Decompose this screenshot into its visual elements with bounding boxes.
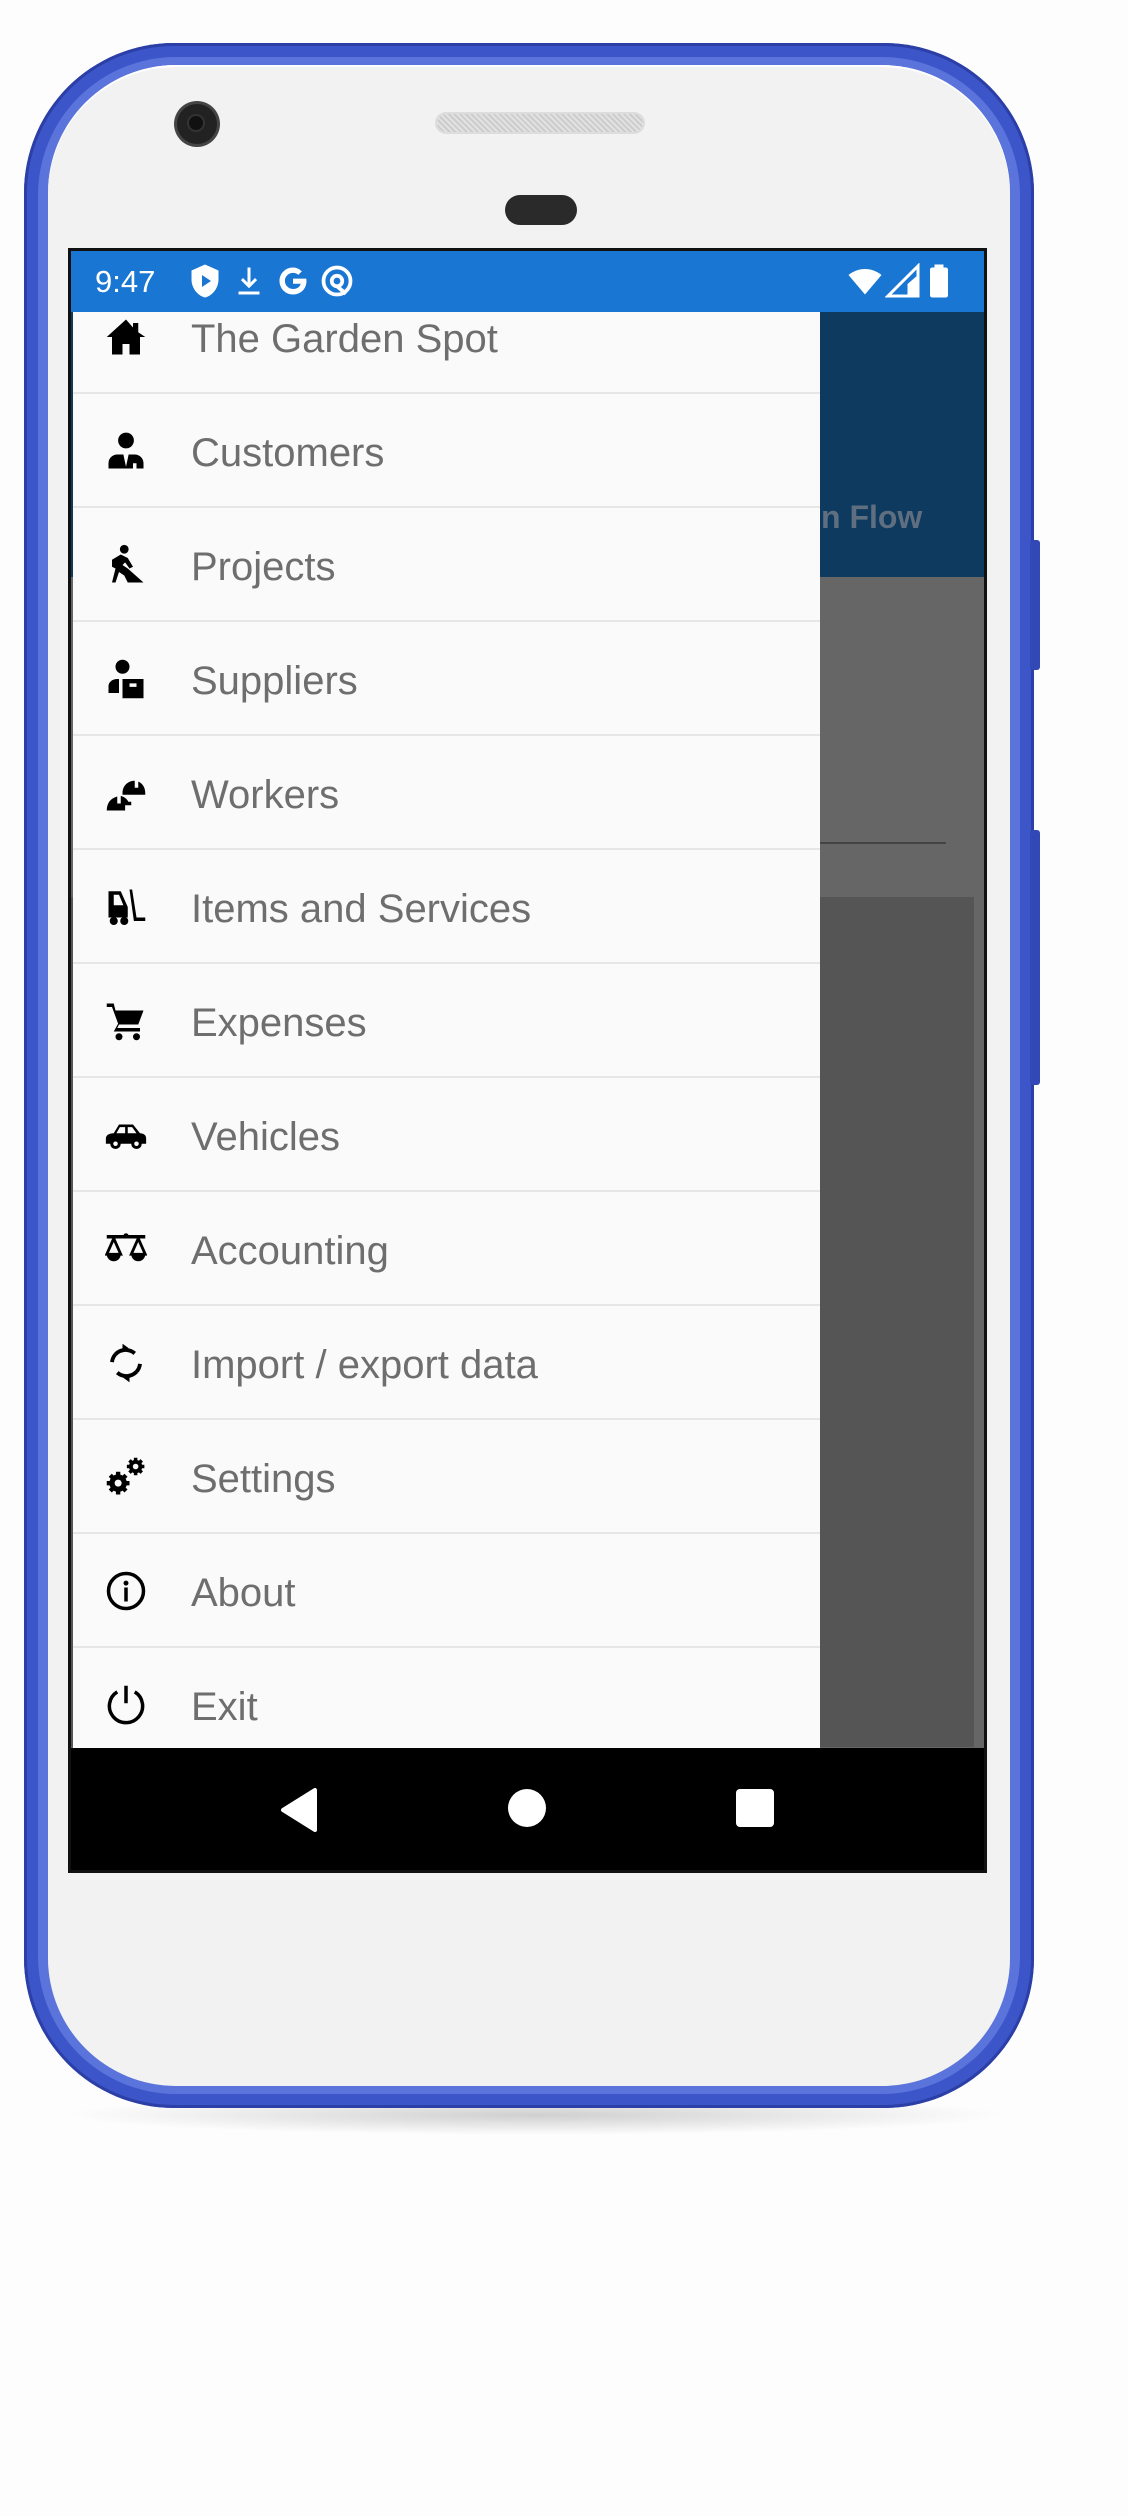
wifi-icon	[848, 269, 882, 295]
hard-hat-icon	[106, 780, 146, 811]
drawer-item-the-garden-spot[interactable]: The Garden Spot	[73, 280, 820, 394]
battery-icon	[930, 264, 948, 298]
front-camera	[177, 104, 217, 144]
drawer-item-settings[interactable]: Settings	[73, 1420, 820, 1534]
info-icon	[106, 1571, 146, 1611]
customer-icon	[108, 432, 144, 469]
drawer-item-exit[interactable]: Exit	[73, 1648, 820, 1760]
drawer-item-label: Suppliers	[191, 659, 358, 703]
person-box-icon	[108, 659, 144, 699]
drawer-item-label: Settings	[191, 1457, 336, 1501]
drawer-item-suppliers[interactable]: Suppliers	[73, 622, 820, 736]
drawer-item-label: Items and Services	[191, 887, 532, 931]
drawer-item-label: The Garden Spot	[191, 317, 498, 361]
car-icon	[105, 1124, 147, 1149]
home-button[interactable]	[507, 1788, 547, 1828]
drawer-item-label: Exit	[191, 1685, 258, 1729]
volume-side-button	[1030, 830, 1040, 1085]
back-button[interactable]	[279, 1788, 319, 1832]
background-tab-label: n Flow	[821, 499, 923, 535]
proximity-sensor	[505, 195, 577, 225]
drawer-item-customers[interactable]: Customers	[73, 394, 820, 508]
phone-screen: 9:47 n Flow The Garden Spot Customers Pr…	[68, 248, 987, 1873]
power-side-button	[1030, 540, 1040, 670]
balance-scale-icon	[105, 1233, 147, 1262]
recents-button[interactable]	[735, 1788, 775, 1828]
drawer-item-label: Projects	[191, 545, 336, 589]
drawer-item-label: Expenses	[191, 1001, 367, 1045]
forklift-icon	[108, 889, 146, 926]
drawer-item-label: Accounting	[191, 1229, 389, 1273]
drawer-item-workers[interactable]: Workers	[73, 736, 820, 850]
drawer-item-label: Import / export data	[191, 1343, 538, 1387]
sync-icon	[110, 1343, 142, 1383]
drawer-item-accounting[interactable]: Accounting	[73, 1192, 820, 1306]
system-nav-bar	[71, 1748, 984, 1870]
drawer-item-vehicles[interactable]: Vehicles	[73, 1078, 820, 1192]
worker-digging-icon	[112, 544, 144, 583]
house-icon	[106, 319, 146, 355]
drawer-item-projects[interactable]: Projects	[73, 508, 820, 622]
drawer-item-items-and-services[interactable]: Items and Services	[73, 850, 820, 964]
cell-signal-icon	[885, 263, 920, 298]
drawer-item-label: Vehicles	[191, 1115, 340, 1159]
power-icon	[107, 1685, 145, 1725]
navigation-drawer: The Garden Spot Customers Projects Suppl…	[73, 312, 820, 1748]
drawer-item-import-export-data[interactable]: Import / export data	[73, 1306, 820, 1420]
drawer-item-label: About	[191, 1571, 296, 1615]
gears-icon	[106, 1457, 145, 1495]
drawer-item-label: Customers	[191, 431, 385, 475]
earpiece-speaker	[437, 114, 643, 132]
cart-icon	[106, 1003, 144, 1041]
drawer-item-label: Workers	[191, 773, 340, 817]
drawer-item-about[interactable]: About	[73, 1534, 820, 1648]
drawer-item-expenses[interactable]: Expenses	[73, 964, 820, 1078]
